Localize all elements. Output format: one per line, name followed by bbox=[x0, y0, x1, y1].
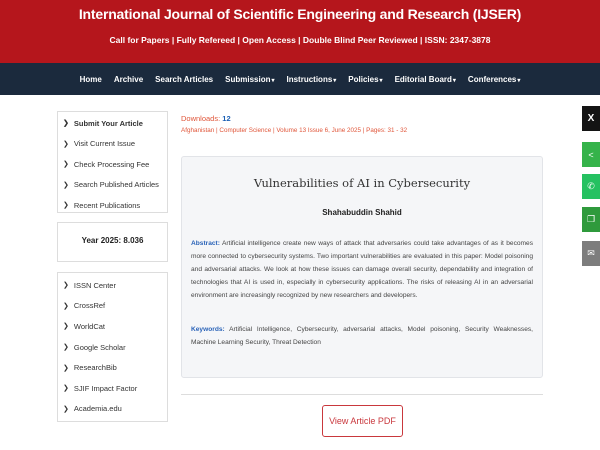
article-abstract: Abstract: Artificial intelligence create… bbox=[191, 238, 533, 303]
nav-policies[interactable]: Policies▾ bbox=[342, 75, 388, 84]
abstract-label: Abstract: bbox=[191, 240, 220, 247]
nav-conferences-label: Conferences bbox=[467, 74, 517, 84]
nav-instructions-label: Instructions bbox=[286, 74, 333, 84]
chevron-right-icon: ❯ bbox=[63, 282, 69, 290]
nav-editorial-board-label: Editorial Board bbox=[394, 74, 452, 84]
article-card: Vulnerabilities of AI in Cybersecurity S… bbox=[181, 156, 543, 378]
article-keywords: Keywords: Artificial Intelligence, Cyber… bbox=[191, 324, 533, 350]
sidebar-item-crossref[interactable]: ❯ CrossRef bbox=[58, 296, 167, 317]
sidebar-item-recent-publications[interactable]: ❯ Recent Publications bbox=[58, 195, 167, 216]
sidebar-item-label: ISSN Center bbox=[73, 280, 116, 290]
sidebar-item-label: SJIF Impact Factor bbox=[73, 383, 138, 393]
sidebar-item-label: Academia.edu bbox=[73, 404, 122, 414]
whatsapp-icon[interactable]: ✆ bbox=[582, 174, 600, 199]
chevron-right-icon: ❯ bbox=[63, 120, 69, 128]
nav-search-articles[interactable]: Search Articles bbox=[149, 75, 219, 84]
nav-instructions[interactable]: Instructions▾ bbox=[281, 75, 343, 84]
site-subtitle: Call for Papers | Fully Refereed | Open … bbox=[109, 35, 491, 45]
downloads-label: Downloads: bbox=[181, 114, 223, 123]
sidebar-item-label: WorldCat bbox=[73, 321, 105, 331]
sidebar-item-label: Search Published Articles bbox=[73, 180, 159, 190]
caret-down-icon: ▾ bbox=[517, 77, 521, 84]
impact-factor-box: Year 2025: 8.036 bbox=[57, 222, 168, 262]
chevron-right-icon: ❯ bbox=[63, 181, 69, 189]
sidebar-item-worldcat[interactable]: ❯ WorldCat bbox=[58, 316, 167, 337]
sidebar-item-researchbib[interactable]: ❯ ResearchBib bbox=[58, 357, 167, 378]
nav-editorial-board[interactable]: Editorial Board▾ bbox=[389, 75, 462, 84]
nav-submission[interactable]: Submission▾ bbox=[219, 75, 280, 84]
chevron-right-icon: ❯ bbox=[63, 202, 69, 210]
nav-submission-label: Submission bbox=[225, 74, 271, 84]
nav-home[interactable]: Home bbox=[74, 75, 108, 84]
chevron-right-icon: ❯ bbox=[63, 405, 69, 413]
sidebar-item-label: CrossRef bbox=[73, 301, 106, 311]
nav-search-articles-label: Search Articles bbox=[155, 74, 214, 84]
article-title: Vulnerabilities of AI in Cybersecurity bbox=[253, 176, 471, 190]
sidebar-item-label: Check Processing Fee bbox=[73, 159, 150, 169]
sidebar-item-search-published[interactable]: ❯ Search Published Articles bbox=[58, 175, 167, 196]
chevron-right-icon: ❯ bbox=[63, 323, 69, 331]
chevron-right-icon: ❯ bbox=[63, 385, 69, 393]
chevron-right-icon: ❯ bbox=[63, 364, 69, 372]
impact-factor-label: Year 2025: 8.036 bbox=[81, 236, 144, 245]
sidebar-item-google-scholar[interactable]: ❯ Google Scholar bbox=[58, 337, 167, 358]
sidebar-item-label: Visit Current Issue bbox=[73, 139, 136, 149]
chevron-right-icon: ❯ bbox=[63, 140, 69, 148]
nav-policies-label: Policies bbox=[348, 74, 379, 84]
site-header: International Journal of Scientific Engi… bbox=[0, 0, 600, 63]
view-pdf-button[interactable]: View Article PDF bbox=[322, 405, 403, 437]
sidebar-item-processing-fee[interactable]: ❯ Check Processing Fee bbox=[58, 154, 167, 175]
caret-down-icon: ▾ bbox=[271, 77, 275, 84]
caret-down-icon: ▾ bbox=[452, 77, 456, 84]
downloads-number: 12 bbox=[222, 114, 231, 123]
nav-archive[interactable]: Archive bbox=[108, 75, 149, 84]
nav-archive-label: Archive bbox=[113, 74, 144, 84]
keywords-label: Keywords: bbox=[191, 326, 225, 333]
copy-link-icon[interactable]: ❐ bbox=[582, 207, 600, 232]
email-icon[interactable]: ✉ bbox=[582, 241, 600, 266]
sidebar-menu-primary: ❯ Submit Your Article ❯ Visit Current Issu… bbox=[57, 111, 168, 213]
caret-down-icon: ▾ bbox=[333, 77, 337, 84]
keywords-text: Artificial Intelligence, Cybersecurity, … bbox=[191, 326, 533, 346]
article-meta: Afghanistan | Computer Science | Volume … bbox=[181, 127, 408, 134]
site-title[interactable]: International Journal of Scientific Engi… bbox=[0, 6, 600, 22]
nav-home-label: Home bbox=[79, 74, 102, 84]
sidebar-item-issn-center[interactable]: ❯ ISSN Center bbox=[58, 275, 167, 296]
sidebar-item-submit-article[interactable]: ❯ Submit Your Article bbox=[58, 113, 167, 134]
chevron-right-icon: ❯ bbox=[63, 161, 69, 169]
sidebar-item-sjif[interactable]: ❯ SJIF Impact Factor bbox=[58, 378, 167, 399]
caret-down-icon: ▾ bbox=[379, 77, 383, 84]
sidebar-item-label: ResearchBib bbox=[73, 363, 117, 373]
sidebar-item-current-issue[interactable]: ❯ Visit Current Issue bbox=[58, 134, 167, 155]
sidebar-item-academia[interactable]: ❯ Academia.edu bbox=[58, 399, 167, 420]
sidebar-item-label: Recent Publications bbox=[73, 200, 141, 210]
downloads-count: Downloads: 12 bbox=[181, 114, 231, 123]
x-share-icon[interactable]: X bbox=[582, 106, 600, 131]
sidebar-menu-indexing: ❯ ISSN Center ❯ CrossRef ❯ WorldCat ❯ Google… bbox=[57, 272, 168, 422]
article-author: Shahabuddin Shahid bbox=[322, 208, 402, 217]
divider bbox=[181, 394, 543, 395]
abstract-text: Artificial intelligence create new ways … bbox=[191, 240, 533, 299]
sidebar-item-label: Google Scholar bbox=[73, 342, 126, 352]
chevron-right-icon: ❯ bbox=[63, 302, 69, 310]
main-nav: Home Archive Search Articles Submission▾… bbox=[0, 63, 600, 95]
chevron-right-icon: ❯ bbox=[63, 344, 69, 352]
nav-conferences[interactable]: Conferences▾ bbox=[462, 75, 526, 84]
sidebar-item-label: Submit Your Article bbox=[73, 118, 143, 128]
share-icon[interactable]: < bbox=[582, 142, 600, 167]
